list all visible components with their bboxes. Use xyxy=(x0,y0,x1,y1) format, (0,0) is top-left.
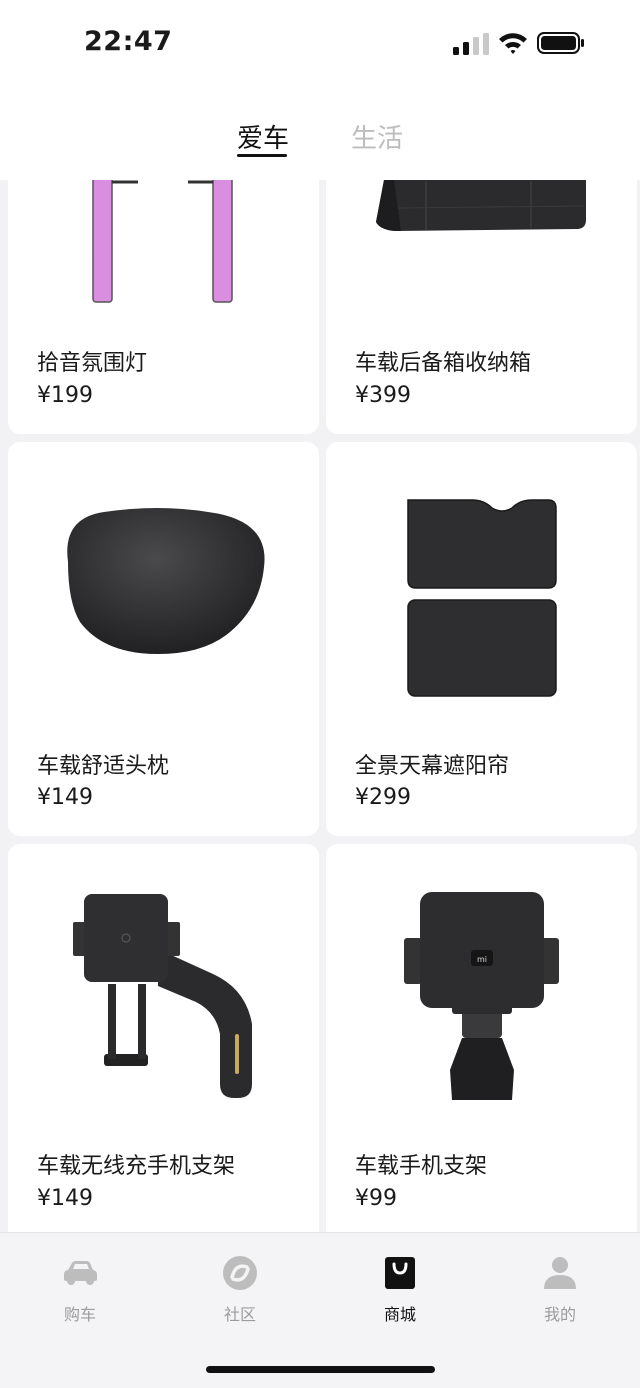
nav-label: 购车 xyxy=(63,1305,96,1324)
product-price: ¥299 xyxy=(355,785,411,810)
home-indicator[interactable] xyxy=(206,1366,435,1373)
product-name: 车载手机支架 xyxy=(355,1154,488,1179)
bottom-nav: 购车 社区 商城 我的 xyxy=(0,1232,640,1388)
nav-label: 我的 xyxy=(543,1305,576,1324)
product-card-headrest[interactable]: 车载舒适头枕 ¥149 xyxy=(8,442,319,836)
product-name: 车载舒适头枕 xyxy=(37,754,170,779)
product-card-ambient-light[interactable]: 拾音氛围灯 ¥199 xyxy=(8,180,319,434)
nav-item-profile[interactable]: 我的 xyxy=(480,1253,640,1325)
community-icon xyxy=(223,1256,257,1290)
trunk-storage-box-icon xyxy=(376,180,586,231)
nav-item-buy-car[interactable]: 购车 xyxy=(0,1253,160,1325)
product-card-trunk-box[interactable]: 车载后备箱收纳箱 ¥399 xyxy=(326,180,637,434)
cellular-signal-icon xyxy=(453,33,489,55)
product-name: 拾音氛围灯 xyxy=(37,351,148,376)
tab-life[interactable]: 生活 xyxy=(351,118,403,155)
headrest-pillow-icon xyxy=(67,508,265,654)
nav-label: 商城 xyxy=(383,1305,416,1324)
nav-label: 社区 xyxy=(223,1305,256,1324)
sunshade-icon xyxy=(407,499,557,697)
product-price: ¥199 xyxy=(37,383,93,408)
battery-icon xyxy=(537,32,584,54)
product-name: 全景天幕遮阳帘 xyxy=(355,754,510,779)
phone-mount-icon: mi xyxy=(404,892,559,1100)
active-tab-indicator xyxy=(237,154,287,157)
product-grid: 拾音氛围灯 ¥199 车载后备箱收纳箱 ¥399 车载舒适头枕 ¥149 全景天… xyxy=(0,180,640,1232)
product-price: ¥149 xyxy=(37,1186,93,1211)
product-card-phone-mount[interactable]: mi 车载手机支架 ¥99 xyxy=(326,844,637,1232)
wireless-charging-mount-icon xyxy=(73,894,252,1098)
car-icon xyxy=(64,1261,97,1285)
nav-item-community[interactable]: 社区 xyxy=(160,1253,320,1325)
product-price: ¥99 xyxy=(355,1186,397,1211)
shopping-bag-icon xyxy=(385,1257,415,1289)
product-card-wireless-mount[interactable]: 车载无线充手机支架 ¥149 xyxy=(8,844,319,1232)
profile-icon xyxy=(544,1257,576,1289)
product-card-sunshade[interactable]: 全景天幕遮阳帘 ¥299 xyxy=(326,442,637,836)
ambient-light-icon xyxy=(92,180,233,303)
tab-car[interactable]: 爱车 xyxy=(237,118,289,155)
status-time: 22:47 xyxy=(84,26,173,57)
product-price: ¥399 xyxy=(355,383,411,408)
product-name: 车载无线充手机支架 xyxy=(37,1154,236,1179)
category-tabs: 爱车 生活 xyxy=(0,90,640,180)
product-name: 车载后备箱收纳箱 xyxy=(355,351,532,376)
product-price: ¥149 xyxy=(37,785,93,810)
status-bar: 22:47 xyxy=(0,0,640,90)
svg-text:mi: mi xyxy=(477,955,487,964)
wifi-icon xyxy=(499,33,527,54)
nav-item-shop[interactable]: 商城 xyxy=(320,1253,480,1325)
